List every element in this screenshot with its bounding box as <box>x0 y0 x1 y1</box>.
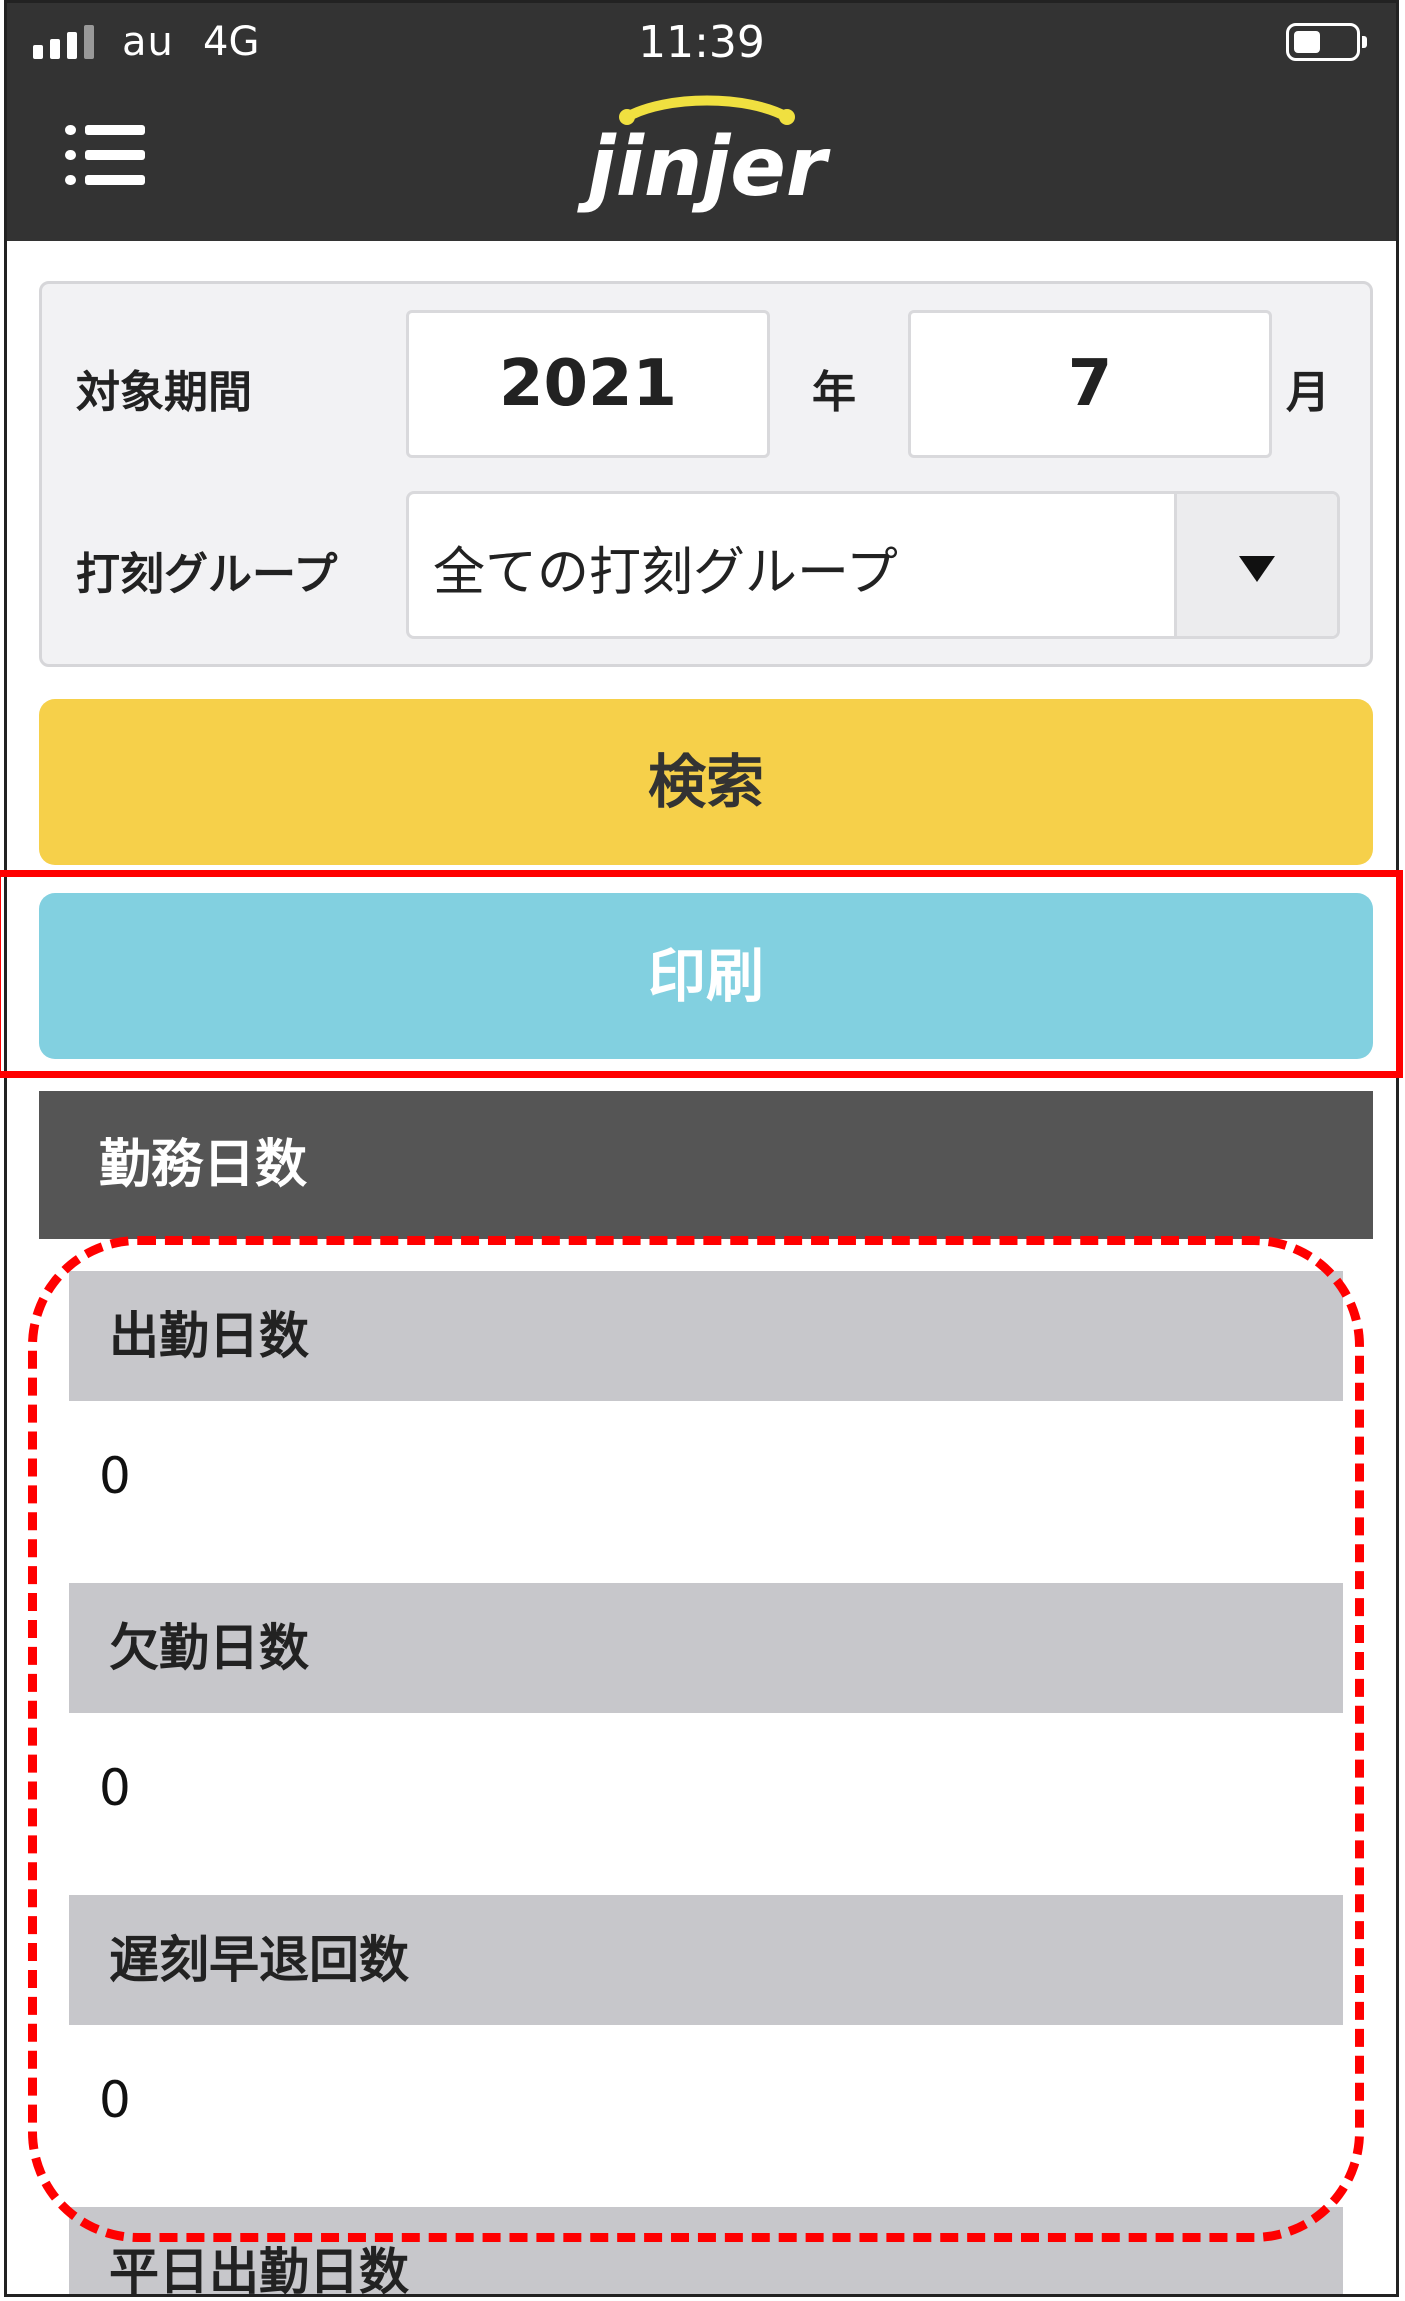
punch-group-label: 打刻グループ <box>76 549 338 600</box>
punch-group-selected: 全ての打刻グループ <box>433 543 898 603</box>
period-label: 対象期間 <box>76 367 252 418</box>
punch-group-select[interactable]: 全ての打刻グループ <box>406 491 1340 639</box>
battery-icon <box>1286 23 1367 61</box>
print-button-highlight <box>0 870 1403 1078</box>
section-title-work-days: 勤務日数 <box>39 1091 1373 1239</box>
search-filter-panel: 対象期間 2021 年 7 月 打刻グループ 全ての打刻グループ <box>39 281 1373 667</box>
work-days-highlight <box>28 1236 1364 2242</box>
year-unit: 年 <box>812 367 856 418</box>
month-input[interactable]: 7 <box>908 310 1272 458</box>
year-input[interactable]: 2021 <box>406 310 770 458</box>
status-time: 11:39 <box>638 17 765 68</box>
caret-down-icon <box>1239 556 1275 582</box>
search-button[interactable]: 検索 <box>39 699 1373 865</box>
app-header: au 4G 11:39 jinjer <box>7 3 1396 241</box>
logo-text: jinjer <box>577 120 831 215</box>
jinjer-logo[interactable]: jinjer <box>567 87 857 217</box>
dropdown-toggle[interactable] <box>1174 494 1337 636</box>
hamburger-menu-icon[interactable] <box>65 125 145 185</box>
month-unit: 月 <box>1286 367 1330 418</box>
